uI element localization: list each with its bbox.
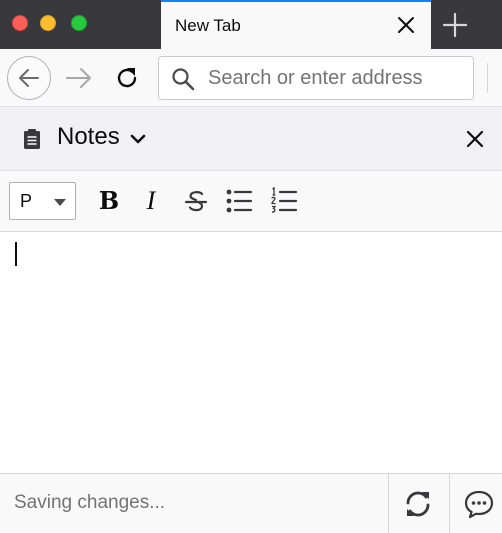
window-close-button[interactable] xyxy=(12,15,28,31)
navigation-toolbar xyxy=(0,49,502,107)
save-status: Saving changes... xyxy=(14,492,166,513)
sync-icon xyxy=(406,491,430,517)
back-arrow-icon xyxy=(19,69,39,87)
window-maximize-button[interactable] xyxy=(71,15,87,31)
chevron-down-icon[interactable] xyxy=(129,132,147,146)
numbered-list-icon xyxy=(271,186,298,213)
clipboard-icon xyxy=(24,129,40,149)
chat-bubble-icon xyxy=(464,490,494,519)
new-tab-button[interactable] xyxy=(440,10,470,40)
bullet-list-icon xyxy=(226,189,253,213)
tab-title: New Tab xyxy=(175,16,241,35)
notes-header: Notes xyxy=(0,107,502,171)
paragraph-format-select[interactable]: P xyxy=(9,182,76,220)
feedback-button[interactable] xyxy=(463,488,495,520)
bold-button[interactable]: B xyxy=(94,186,124,216)
window-minimize-button[interactable] xyxy=(40,15,56,31)
note-editor[interactable] xyxy=(0,232,502,473)
back-button[interactable] xyxy=(7,56,51,100)
bullet-list-button[interactable] xyxy=(224,186,254,216)
strikethrough-button[interactable] xyxy=(181,186,211,216)
forward-button[interactable] xyxy=(63,63,93,93)
strikethrough-icon xyxy=(184,191,208,212)
tab-new-tab[interactable]: New Tab xyxy=(161,0,431,49)
formatting-toolbar: P B I xyxy=(0,171,502,232)
search-icon xyxy=(172,68,195,91)
paragraph-format-value: P xyxy=(20,191,33,211)
close-icon xyxy=(398,17,414,33)
close-icon xyxy=(466,130,484,148)
close-sidebar-button[interactable] xyxy=(465,129,485,149)
notes-footer: Saving changes... xyxy=(0,473,502,533)
footer-divider xyxy=(449,474,450,533)
search-input[interactable] xyxy=(208,65,473,91)
notes-title[interactable]: Notes xyxy=(57,123,120,151)
url-bar[interactable] xyxy=(158,56,474,100)
plus-icon xyxy=(442,12,468,38)
reload-button[interactable] xyxy=(112,63,142,93)
numbered-list-button[interactable] xyxy=(269,186,299,216)
forward-arrow-icon xyxy=(66,68,91,88)
italic-button[interactable]: I xyxy=(136,186,166,216)
footer-divider xyxy=(388,474,389,533)
tab-strip: New Tab xyxy=(0,0,502,49)
toolbar-divider xyxy=(487,63,488,93)
sync-button[interactable] xyxy=(402,488,434,520)
dropdown-arrow-icon xyxy=(54,199,66,206)
tab-close-button[interactable] xyxy=(395,14,417,36)
reload-icon xyxy=(117,68,137,88)
text-cursor xyxy=(15,242,17,266)
